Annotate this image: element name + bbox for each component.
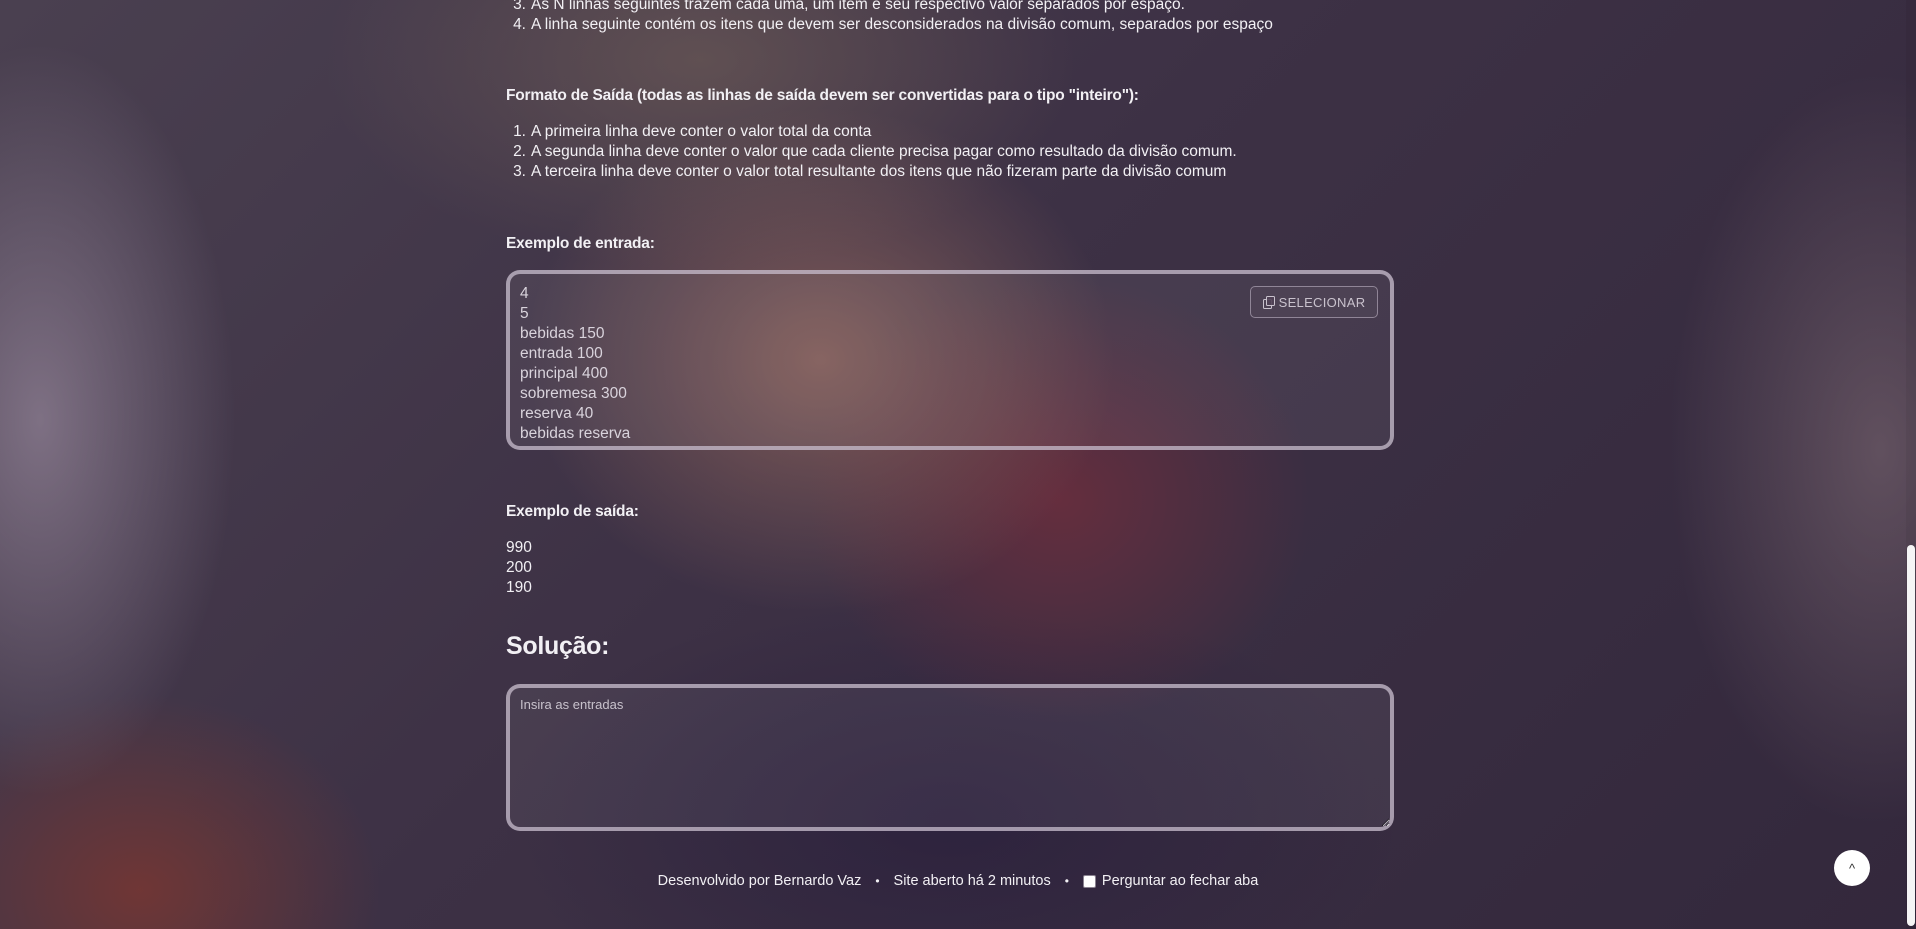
list-item: 2. A segunda linha deve conter o valor qu…	[513, 143, 1237, 160]
list-item: 3. As N linhas seguintes trazem cada uma,…	[513, 0, 1185, 13]
output-format-heading: Formato de Saída (todas as linhas de saí…	[506, 87, 1139, 104]
solution-input[interactable]	[506, 684, 1394, 831]
select-button[interactable]: SELECIONAR	[1250, 286, 1378, 318]
footer-separator: •	[875, 874, 880, 888]
ask-on-close-checkbox[interactable]	[1082, 874, 1096, 888]
ask-on-close-toggle[interactable]: Perguntar ao fechar aba	[1082, 873, 1259, 889]
output-line: 190	[506, 579, 532, 596]
select-button-label: SELECIONAR	[1278, 294, 1366, 310]
caret-up-icon: ^	[1848, 860, 1856, 876]
output-line: 200	[506, 559, 532, 576]
code-line: 5	[520, 305, 529, 322]
example-input-box[interactable]: 4 5 bebidas 150 entrada 100 principal 40…	[506, 270, 1394, 450]
scrollbar-thumb[interactable]	[1907, 545, 1915, 926]
footer-separator: •	[1064, 874, 1069, 888]
code-line: principal 400	[520, 365, 608, 382]
site-open-timer: Site aberto há 2 minutos	[893, 873, 1051, 889]
code-line: bebidas reserva	[520, 425, 631, 442]
example-output: 990 200 190	[506, 538, 532, 598]
code-line: 4	[520, 285, 529, 302]
code-line: entrada 100	[520, 345, 603, 362]
output-line: 990	[506, 539, 532, 556]
footer: Desenvolvido por Bernardo Vaz • Site abe…	[0, 873, 1916, 889]
copy-icon	[1262, 296, 1275, 309]
code-line: bebidas 150	[520, 325, 605, 342]
example-input-code[interactable]: 4 5 bebidas 150 entrada 100 principal 40…	[520, 284, 630, 444]
list-item: 1. A primeira linha deve conter o valor t…	[513, 123, 872, 140]
scroll-to-top-button[interactable]: ^	[1834, 850, 1870, 886]
example-input-heading: Exemplo de entrada:	[506, 235, 655, 252]
output-format-list: 1. A primeira linha deve conter o valor t…	[506, 122, 1394, 182]
list-item: 3. A terceira linha deve conter o valor t…	[513, 163, 1227, 180]
code-line: sobremesa 300	[520, 385, 627, 402]
code-line: reserva 40	[520, 405, 594, 422]
input-format-list: 3. As N linhas seguintes trazem cada uma,…	[506, 0, 1394, 35]
example-output-heading: Exemplo de saída:	[506, 503, 639, 520]
solution-title: Solução:	[506, 632, 610, 660]
ask-on-close-label: Perguntar ao fechar aba	[1101, 873, 1259, 889]
list-item: 4. A linha seguinte contém os itens que d…	[513, 16, 1273, 33]
developer-credit: Desenvolvido por Bernardo Vaz	[657, 873, 862, 889]
